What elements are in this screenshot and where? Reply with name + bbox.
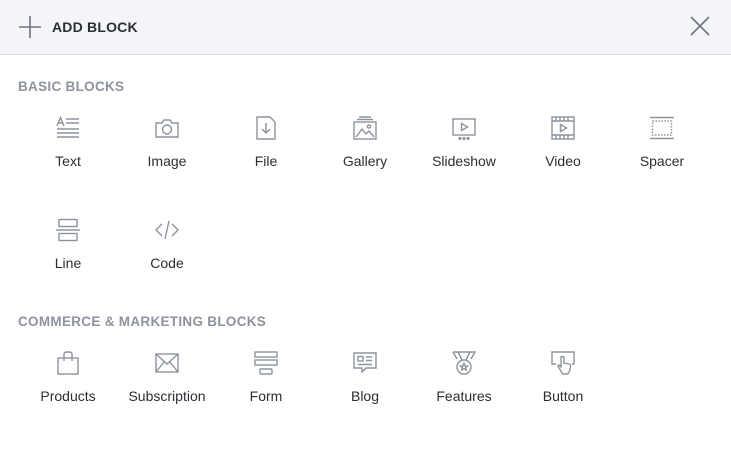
- medal-icon: [452, 351, 476, 375]
- block-code[interactable]: Code: [122, 218, 212, 288]
- block-label: Gallery: [342, 153, 388, 169]
- block-label: Video: [545, 153, 581, 169]
- block-line[interactable]: Line: [23, 218, 113, 288]
- spacer-icon: [650, 116, 674, 140]
- block-video[interactable]: Video: [518, 116, 608, 186]
- block-label: Subscription: [128, 388, 206, 404]
- plus-icon: [19, 16, 41, 38]
- block-spacer[interactable]: Spacer: [617, 116, 707, 186]
- block-label: Blog: [350, 388, 380, 404]
- block-image[interactable]: Image: [122, 116, 212, 186]
- block-text[interactable]: Text: [23, 116, 113, 186]
- block-gallery[interactable]: Gallery: [320, 116, 410, 186]
- block-label: Features: [436, 388, 492, 404]
- envelope-icon: [155, 351, 179, 375]
- block-blog[interactable]: Blog: [320, 351, 410, 421]
- block-label: Slideshow: [432, 153, 496, 169]
- shopping-bag-icon: [56, 351, 80, 375]
- block-slideshow[interactable]: Slideshow: [419, 116, 509, 186]
- block-button[interactable]: Button: [518, 351, 608, 421]
- gallery-icon: [353, 116, 377, 140]
- block-products[interactable]: Products: [23, 351, 113, 421]
- block-label: Text: [55, 153, 81, 169]
- block-form[interactable]: Form: [221, 351, 311, 421]
- block-label: Button: [542, 388, 584, 404]
- video-icon: [551, 116, 575, 140]
- block-label: Line: [54, 255, 82, 271]
- block-label: Form: [249, 388, 283, 404]
- block-label: Spacer: [639, 153, 685, 169]
- camera-icon: [155, 116, 179, 140]
- file-download-icon: [254, 116, 278, 140]
- header-bar: ADD BLOCK: [0, 0, 731, 55]
- block-label: Image: [147, 153, 187, 169]
- block-label: Products: [40, 388, 96, 404]
- pointer-hand-icon: [551, 351, 575, 375]
- section-title-commerce: COMMERCE & MARKETING BLOCKS: [18, 314, 267, 329]
- code-icon: [155, 218, 179, 242]
- add-block-button[interactable]: ADD BLOCK: [18, 14, 138, 40]
- block-features[interactable]: Features: [419, 351, 509, 421]
- text-icon: [56, 116, 80, 140]
- section-title-basic: BASIC BLOCKS: [18, 79, 125, 94]
- block-label: Code: [150, 255, 184, 271]
- block-label: File: [254, 153, 278, 169]
- line-icon: [56, 218, 80, 242]
- add-block-label: ADD BLOCK: [52, 19, 138, 35]
- form-icon: [254, 351, 278, 375]
- block-file[interactable]: File: [221, 116, 311, 186]
- slideshow-icon: [452, 116, 476, 140]
- blog-icon: [353, 351, 377, 375]
- block-subscription[interactable]: Subscription: [122, 351, 212, 421]
- close-button[interactable]: [689, 15, 711, 37]
- close-icon: [690, 16, 710, 36]
